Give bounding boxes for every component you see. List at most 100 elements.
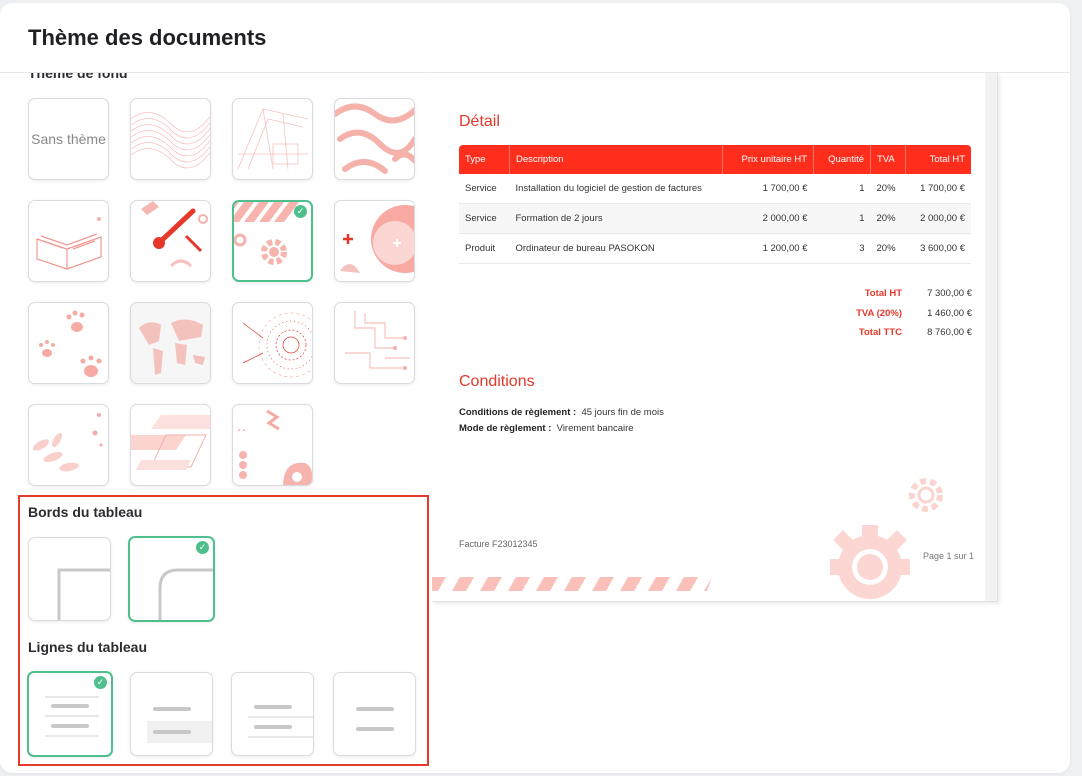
invoice-reference: Facture F23012345 [459, 539, 538, 549]
col-quantity: Quantité [813, 145, 871, 174]
cell-quantity: 3 [813, 233, 871, 264]
parallelogram-icon [131, 415, 210, 470]
theme-tile-medical[interactable] [334, 200, 415, 282]
cell-vat: 20% [870, 203, 906, 234]
table-style-highlight: Bords du tableau ✓ Lignes du tableau ✓ [18, 495, 429, 766]
preview-scrollbar[interactable] [985, 73, 997, 601]
table-row: Produit Ordinateur de bureau PASOKON 1 2… [459, 233, 971, 264]
cell-type: Service [459, 203, 510, 234]
lines-separators-icon [248, 705, 313, 738]
cell-unit-price: 1 700,00 € [722, 174, 814, 204]
theme-tile-sans-theme[interactable]: Sans thème [28, 98, 109, 180]
theme-tile-open-book[interactable] [28, 200, 109, 282]
theme-tile-tech-circle[interactable] [232, 302, 313, 384]
lines-alternate-icon [147, 707, 212, 743]
col-vat: TVA [870, 145, 906, 174]
cell-total: 1 700,00 € [905, 174, 971, 204]
swirls-pattern [335, 103, 414, 174]
page-number: Page 1 sur 1 [923, 551, 975, 561]
vat-label: TVA (20%) [856, 307, 902, 319]
totals-block: Total HT 7 300,00 € TVA (20%) 1 460,00 €… [812, 284, 972, 343]
square-corner-icon [57, 568, 110, 620]
cell-type: Produit [459, 233, 510, 264]
payment-method-value: Virement bancaire [556, 423, 634, 434]
theme-tile-circuit[interactable] [334, 302, 415, 384]
world-map-icon [139, 319, 205, 375]
total-ttc-label: Total TTC [858, 327, 902, 339]
tech-circle-icon [242, 312, 312, 378]
lines-option-alternate[interactable] [130, 672, 213, 756]
total-ttc-row: Total TTC 8 760,00 € [812, 323, 972, 343]
cell-vat: 20% [870, 174, 906, 204]
payment-terms-value: 45 jours fin de mois [581, 407, 664, 418]
architecture-pattern [237, 108, 309, 170]
cell-total: 3 600,00 € [905, 233, 971, 264]
col-unit-price: Prix unitaire HT [722, 145, 814, 174]
borders-title: Bords du tableau [28, 504, 143, 520]
conditions-title: Conditions [459, 373, 535, 390]
lines-option-separators[interactable] [231, 672, 314, 756]
cell-total: 2 000,00 € [905, 203, 971, 234]
theme-tile-wave-lines[interactable] [130, 98, 211, 180]
circuit-icon [345, 311, 410, 370]
no-theme-label: Sans thème [31, 131, 106, 147]
cell-unit-price: 2 000,00 € [722, 203, 814, 234]
invoice-preview: Détail Type Description Prix unitaire HT… [432, 73, 998, 602]
theme-tile-leaves[interactable] [28, 404, 109, 486]
lines-option-none[interactable] [333, 672, 416, 756]
payment-terms: Conditions de règlement : 45 jours fin d… [459, 407, 664, 418]
page-title: Thème des documents [28, 24, 267, 50]
cell-quantity: 1 [813, 174, 871, 204]
document-preview-area: Détail Type Description Prix unitaire HT… [432, 73, 1070, 773]
tools-icon [141, 201, 208, 268]
selected-check-icon: ✓ [196, 541, 209, 554]
cell-type: Service [459, 174, 510, 204]
cell-unit-price: 1 200,00 € [722, 233, 814, 264]
leaves-icon [32, 413, 103, 472]
gears-decoration [432, 478, 943, 599]
selected-check-icon: ✓ [294, 205, 307, 218]
theme-tile-architecture[interactable] [232, 98, 313, 180]
selected-check-icon: ✓ [94, 676, 107, 689]
payment-terms-label: Conditions de règlement : [459, 407, 577, 418]
theme-settings-card: Thème des documents Thème de fond Sans t… [0, 3, 1070, 773]
cell-quantity: 1 [813, 203, 871, 234]
vat-value: 1 460,00 € [927, 307, 972, 319]
paw-icon [39, 310, 102, 377]
col-type: Type [459, 145, 510, 174]
table-row: Service Installation du logiciel de gest… [459, 174, 971, 204]
cell-vat: 20% [870, 233, 906, 264]
theme-tile-swirls[interactable] [334, 98, 415, 180]
invoice-table: Type Description Prix unitaire HT Quanti… [459, 145, 971, 264]
theme-tile-world-map[interactable] [130, 302, 211, 384]
header: Thème des documents [0, 3, 1070, 73]
detail-title: Détail [459, 113, 500, 130]
col-description: Description [509, 145, 723, 174]
theme-tile-gears-stripes[interactable]: ✓ [232, 200, 313, 282]
lines-none-icon [356, 707, 394, 731]
book-icon [36, 217, 102, 270]
theme-tile-paw-prints[interactable] [28, 302, 109, 384]
table-row: Service Formation de 2 jours 2 000,00 € … [459, 203, 971, 234]
payment-method: Mode de règlement : Virement bancaire [459, 423, 634, 434]
theme-tile-tools[interactable] [130, 200, 211, 282]
lines-option-all[interactable]: ✓ [27, 671, 113, 757]
cell-description: Ordinateur de bureau PASOKON [509, 233, 723, 264]
theme-tile-shapes[interactable] [232, 404, 313, 486]
theme-tile-parallelograms[interactable] [130, 404, 211, 486]
table-header-row: Type Description Prix unitaire HT Quanti… [459, 145, 971, 174]
lines-title: Lignes du tableau [28, 639, 148, 655]
cell-description: Installation du logiciel de gestion de f… [509, 174, 723, 204]
col-total: Total HT [905, 145, 971, 174]
background-section-title: Thème de fond [28, 73, 128, 81]
total-ht-value: 7 300,00 € [927, 288, 972, 300]
total-ht-label: Total HT [864, 288, 902, 300]
vat-row: TVA (20%) 1 460,00 € [812, 304, 972, 324]
border-option-square[interactable] [28, 537, 111, 621]
total-ttc-value: 8 760,00 € [927, 327, 972, 339]
wave-lines-pattern [131, 112, 210, 169]
payment-method-label: Mode de règlement : [459, 423, 552, 434]
border-option-rounded[interactable]: ✓ [128, 536, 215, 622]
medical-icon [340, 205, 414, 273]
cell-description: Formation de 2 jours [509, 203, 723, 234]
